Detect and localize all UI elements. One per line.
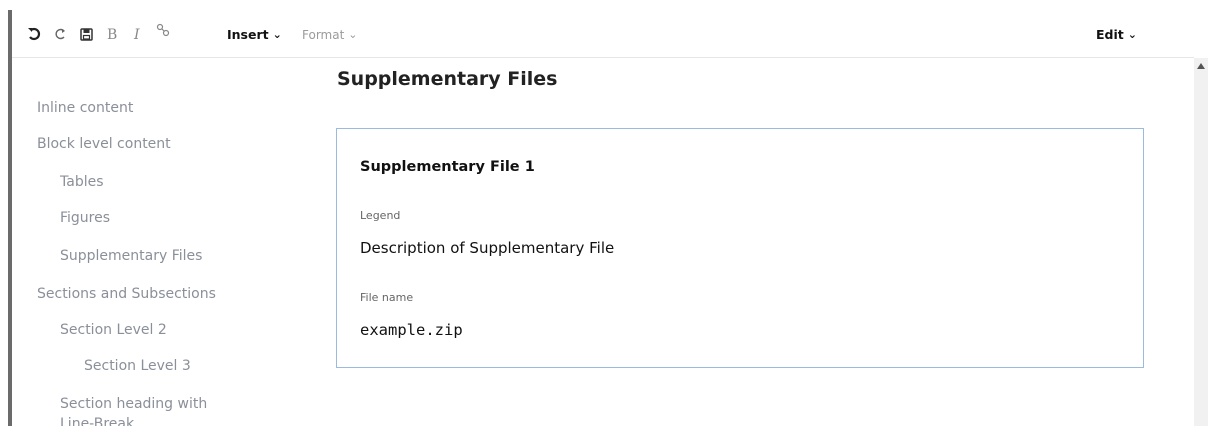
- toolbar: B I Insert ⌄ Format ⌄ Edit ⌄: [12, 10, 1194, 58]
- main-content: Supplementary Files Supplementary File 1…: [312, 58, 1194, 426]
- toc-item-section-heading-with[interactable]: Section heading with: [60, 394, 207, 414]
- redo-icon[interactable]: [52, 24, 68, 44]
- toc-item-block-level-content[interactable]: Block level content: [37, 134, 171, 154]
- toc-item-supplementary-files[interactable]: Supplementary Files: [60, 246, 202, 266]
- supplementary-file-card[interactable]: Supplementary File 1 Legend Description …: [336, 128, 1144, 368]
- chevron-down-icon: ⌄: [348, 28, 358, 41]
- toc-item-line-break[interactable]: Line-Break: [60, 414, 134, 426]
- link-icon[interactable]: [154, 20, 172, 40]
- toc-item-sections-and-subsections[interactable]: Sections and Subsections: [37, 284, 216, 304]
- save-icon[interactable]: [78, 24, 94, 44]
- undo-icon[interactable]: [26, 24, 42, 44]
- toc-item-section-level-3[interactable]: Section Level 3: [84, 356, 191, 376]
- toc-item-tables[interactable]: Tables: [60, 172, 104, 192]
- format-menu-label: Format: [302, 28, 345, 42]
- section-title: Supplementary Files: [337, 68, 558, 90]
- editor-app: B I Insert ⌄ Format ⌄ Edit ⌄ Inline content…: [0, 0, 1208, 426]
- svg-text:I: I: [133, 27, 140, 41]
- italic-icon[interactable]: I: [130, 24, 146, 44]
- format-menu[interactable]: Format ⌄: [302, 26, 358, 44]
- file-name-label: File name: [360, 291, 414, 304]
- edit-menu[interactable]: Edit ⌄: [1096, 26, 1137, 44]
- legend-label: Legend: [360, 209, 401, 222]
- edit-menu-label: Edit: [1096, 27, 1124, 42]
- insert-menu[interactable]: Insert ⌄: [227, 26, 282, 44]
- insert-menu-label: Insert: [227, 27, 269, 42]
- legend-field[interactable]: Description of Supplementary File: [360, 239, 614, 257]
- bold-icon[interactable]: B: [104, 24, 120, 44]
- scroll-up-arrow-icon[interactable]: [1194, 58, 1208, 74]
- chevron-down-icon: ⌄: [1127, 28, 1137, 41]
- file-name-field[interactable]: example.zip: [360, 321, 463, 339]
- vertical-scrollbar[interactable]: [1194, 58, 1208, 426]
- toc-item-figures[interactable]: Figures: [60, 208, 110, 228]
- chevron-down-icon: ⌄: [272, 28, 282, 41]
- svg-text:B: B: [107, 27, 117, 41]
- toc-item-section-level-2[interactable]: Section Level 2: [60, 320, 167, 340]
- card-title[interactable]: Supplementary File 1: [360, 159, 535, 175]
- table-of-contents: Inline content Block level content Table…: [12, 58, 312, 426]
- toc-item-inline-content[interactable]: Inline content: [37, 98, 133, 118]
